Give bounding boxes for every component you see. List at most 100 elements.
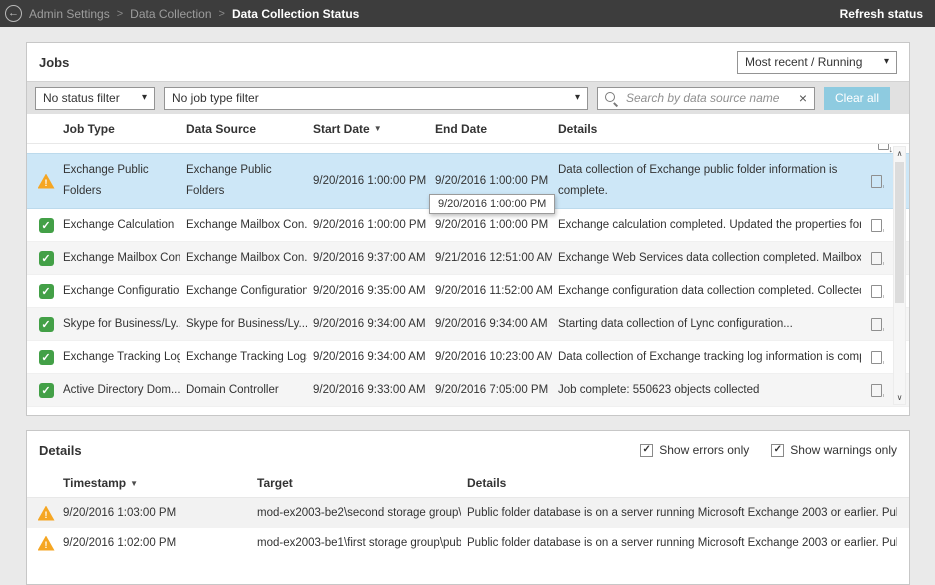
column-header-timestamp[interactable]: Timestamp ▼: [57, 476, 251, 490]
column-header-start-date[interactable]: Start Date ▼: [307, 122, 429, 136]
copy-icon[interactable]: [871, 252, 882, 265]
column-header-data-source[interactable]: Data Source: [180, 122, 307, 136]
details-table-header: Timestamp ▼ Target Details: [27, 469, 909, 498]
details-cell: Public folder database is on a server ru…: [461, 537, 897, 549]
back-button[interactable]: ←: [5, 5, 22, 22]
copy-icon[interactable]: [871, 175, 882, 188]
target-cell: mod-ex2003-be1\first storage group\pub..…: [251, 537, 461, 549]
jobs-filter-bar: No status filter ▾ No job type filter ▾ …: [27, 81, 909, 114]
column-header-details[interactable]: Details: [552, 122, 861, 136]
success-icon: ✓: [39, 383, 54, 398]
copy-icon[interactable]: [871, 219, 882, 232]
details-cell: Exchange configuration data collection c…: [552, 285, 861, 297]
start-date-cell: 9/20/2016 9:37:00 AM: [307, 252, 429, 264]
check-glyph: ✓: [41, 252, 50, 265]
data-source-cell: Domain Controller: [180, 384, 307, 396]
sort-desc-icon: ▼: [130, 479, 138, 488]
jobs-table: Job Type Data Source Start Date ▼ End Da…: [27, 114, 909, 415]
job-type-filter-value: No job type filter: [172, 91, 259, 105]
breadcrumb-data-collection[interactable]: Data Collection: [130, 7, 211, 21]
clear-all-button[interactable]: Clear all: [824, 87, 890, 110]
table-row[interactable]: ✓ Exchange Tracking Logs Exchange Tracki…: [27, 341, 909, 374]
chevron-down-icon: ▾: [575, 93, 580, 103]
success-icon: ✓: [39, 284, 54, 299]
show-errors-label: Show errors only: [659, 443, 749, 457]
warning-icon: !: [38, 506, 55, 521]
success-icon: ✓: [39, 251, 54, 266]
copy-icon[interactable]: [871, 351, 882, 364]
job-type-cell: Exchange Configuration: [57, 285, 180, 297]
end-date-cell: 9/20/2016 9:34:00 AM: [429, 318, 552, 330]
data-source-cell: Exchange Mailbox Con...: [180, 252, 307, 264]
details-cell: Public folder database is on a server ru…: [461, 507, 897, 519]
show-warnings-label: Show warnings only: [790, 443, 897, 457]
table-row[interactable]: ! 9/20/2016 1:02:00 PM mod-ex2003-be1\fi…: [27, 528, 909, 558]
exclamation-glyph: !: [45, 540, 48, 551]
details-cell: Starting data collection of Lync configu…: [552, 318, 861, 330]
breadcrumb-current-page: Data Collection Status: [232, 7, 359, 21]
show-errors-checkbox[interactable]: ✓: [640, 444, 653, 457]
start-date-cell: 9/20/2016 9:34:00 AM: [307, 318, 429, 330]
back-arrow-icon: ←: [8, 7, 19, 19]
check-icon: ✓: [774, 445, 782, 455]
details-title: Details: [39, 443, 82, 458]
copy-icon: [878, 144, 889, 150]
start-date-cell: 9/20/2016 9:34:00 AM: [307, 351, 429, 363]
search-icon: [605, 92, 618, 105]
table-row[interactable]: ✓ Exchange Configuration Exchange Config…: [27, 275, 909, 308]
data-source-cell: Exchange Configuration: [180, 285, 307, 297]
start-date-cell: 9/20/2016 1:00:00 PM: [307, 175, 429, 187]
success-icon: ✓: [39, 350, 54, 365]
jobs-title: Jobs: [39, 55, 69, 70]
copy-icon[interactable]: [871, 318, 882, 331]
start-date-cell: 9/20/2016 9:35:00 AM: [307, 285, 429, 297]
details-cell: Job complete: 550623 objects collected: [552, 384, 861, 396]
column-header-details[interactable]: Details: [461, 476, 897, 490]
status-filter-dropdown[interactable]: No status filter ▾: [35, 87, 155, 110]
column-header-end-date[interactable]: End Date: [429, 122, 552, 136]
table-row[interactable]: ✓ Active Directory Dom... Domain Control…: [27, 374, 909, 407]
table-row[interactable]: ! 9/20/2016 1:03:00 PM mod-ex2003-be2\se…: [27, 498, 909, 528]
warning-icon: !: [38, 536, 55, 551]
search-box[interactable]: ×: [597, 87, 815, 110]
scrollbar-thumb[interactable]: [895, 162, 904, 303]
check-glyph: ✓: [41, 285, 50, 298]
exclamation-glyph: !: [45, 510, 48, 521]
scroll-down-icon[interactable]: ∨: [897, 391, 903, 404]
sort-desc-icon: ▼: [374, 124, 382, 133]
details-filters: ✓ Show errors only ✓ Show warnings only: [640, 443, 897, 457]
copy-icon[interactable]: [871, 384, 882, 397]
partially-scrolled-row: [27, 144, 909, 153]
scroll-up-icon[interactable]: ∧: [897, 147, 903, 160]
show-errors-filter[interactable]: ✓ Show errors only: [640, 443, 749, 457]
table-row[interactable]: ✓ Skype for Business/Ly... Skype for Bus…: [27, 308, 909, 341]
breadcrumb-admin-settings[interactable]: Admin Settings: [29, 7, 110, 21]
vertical-scrollbar[interactable]: ∧ ∨: [893, 146, 906, 405]
refresh-status-link[interactable]: Refresh status: [840, 7, 923, 21]
job-type-cell: Exchange Tracking Logs: [57, 351, 180, 363]
show-warnings-filter[interactable]: ✓ Show warnings only: [771, 443, 897, 457]
details-cell: Exchange Web Services data collection co…: [552, 252, 861, 264]
start-date-cell: 9/20/2016 9:33:00 AM: [307, 384, 429, 396]
column-header-target[interactable]: Target: [251, 476, 461, 490]
timestamp-cell: 9/20/2016 1:02:00 PM: [57, 537, 251, 549]
jobs-panel-header: Jobs Most recent / Running ▾: [27, 43, 909, 81]
search-input[interactable]: [624, 90, 793, 106]
data-source-cell: Exchange Tracking Logs: [180, 351, 307, 363]
end-date-cell: 9/20/2016 1:00:00 PM: [429, 219, 552, 231]
top-bar: ← Admin Settings > Data Collection > Dat…: [0, 0, 935, 27]
details-panel: Details ✓ Show errors only ✓ Show warnin…: [26, 430, 910, 585]
column-header-job-type[interactable]: Job Type: [57, 122, 180, 136]
check-glyph: ✓: [41, 384, 50, 397]
job-type-filter-dropdown[interactable]: No job type filter ▾: [164, 87, 588, 110]
exclamation-glyph: !: [45, 178, 48, 189]
table-row[interactable]: ✓ Exchange Mailbox Con... Exchange Mailb…: [27, 242, 909, 275]
breadcrumb-separator: >: [219, 8, 225, 20]
clear-search-icon[interactable]: ×: [799, 91, 807, 105]
check-glyph: ✓: [41, 219, 50, 232]
show-warnings-checkbox[interactable]: ✓: [771, 444, 784, 457]
job-type-cell: Exchange Public Folders: [57, 160, 180, 201]
copy-icon[interactable]: [871, 285, 882, 298]
column-header-start-date-label: Start Date: [313, 122, 370, 136]
jobs-sort-dropdown[interactable]: Most recent / Running ▾: [737, 51, 897, 74]
